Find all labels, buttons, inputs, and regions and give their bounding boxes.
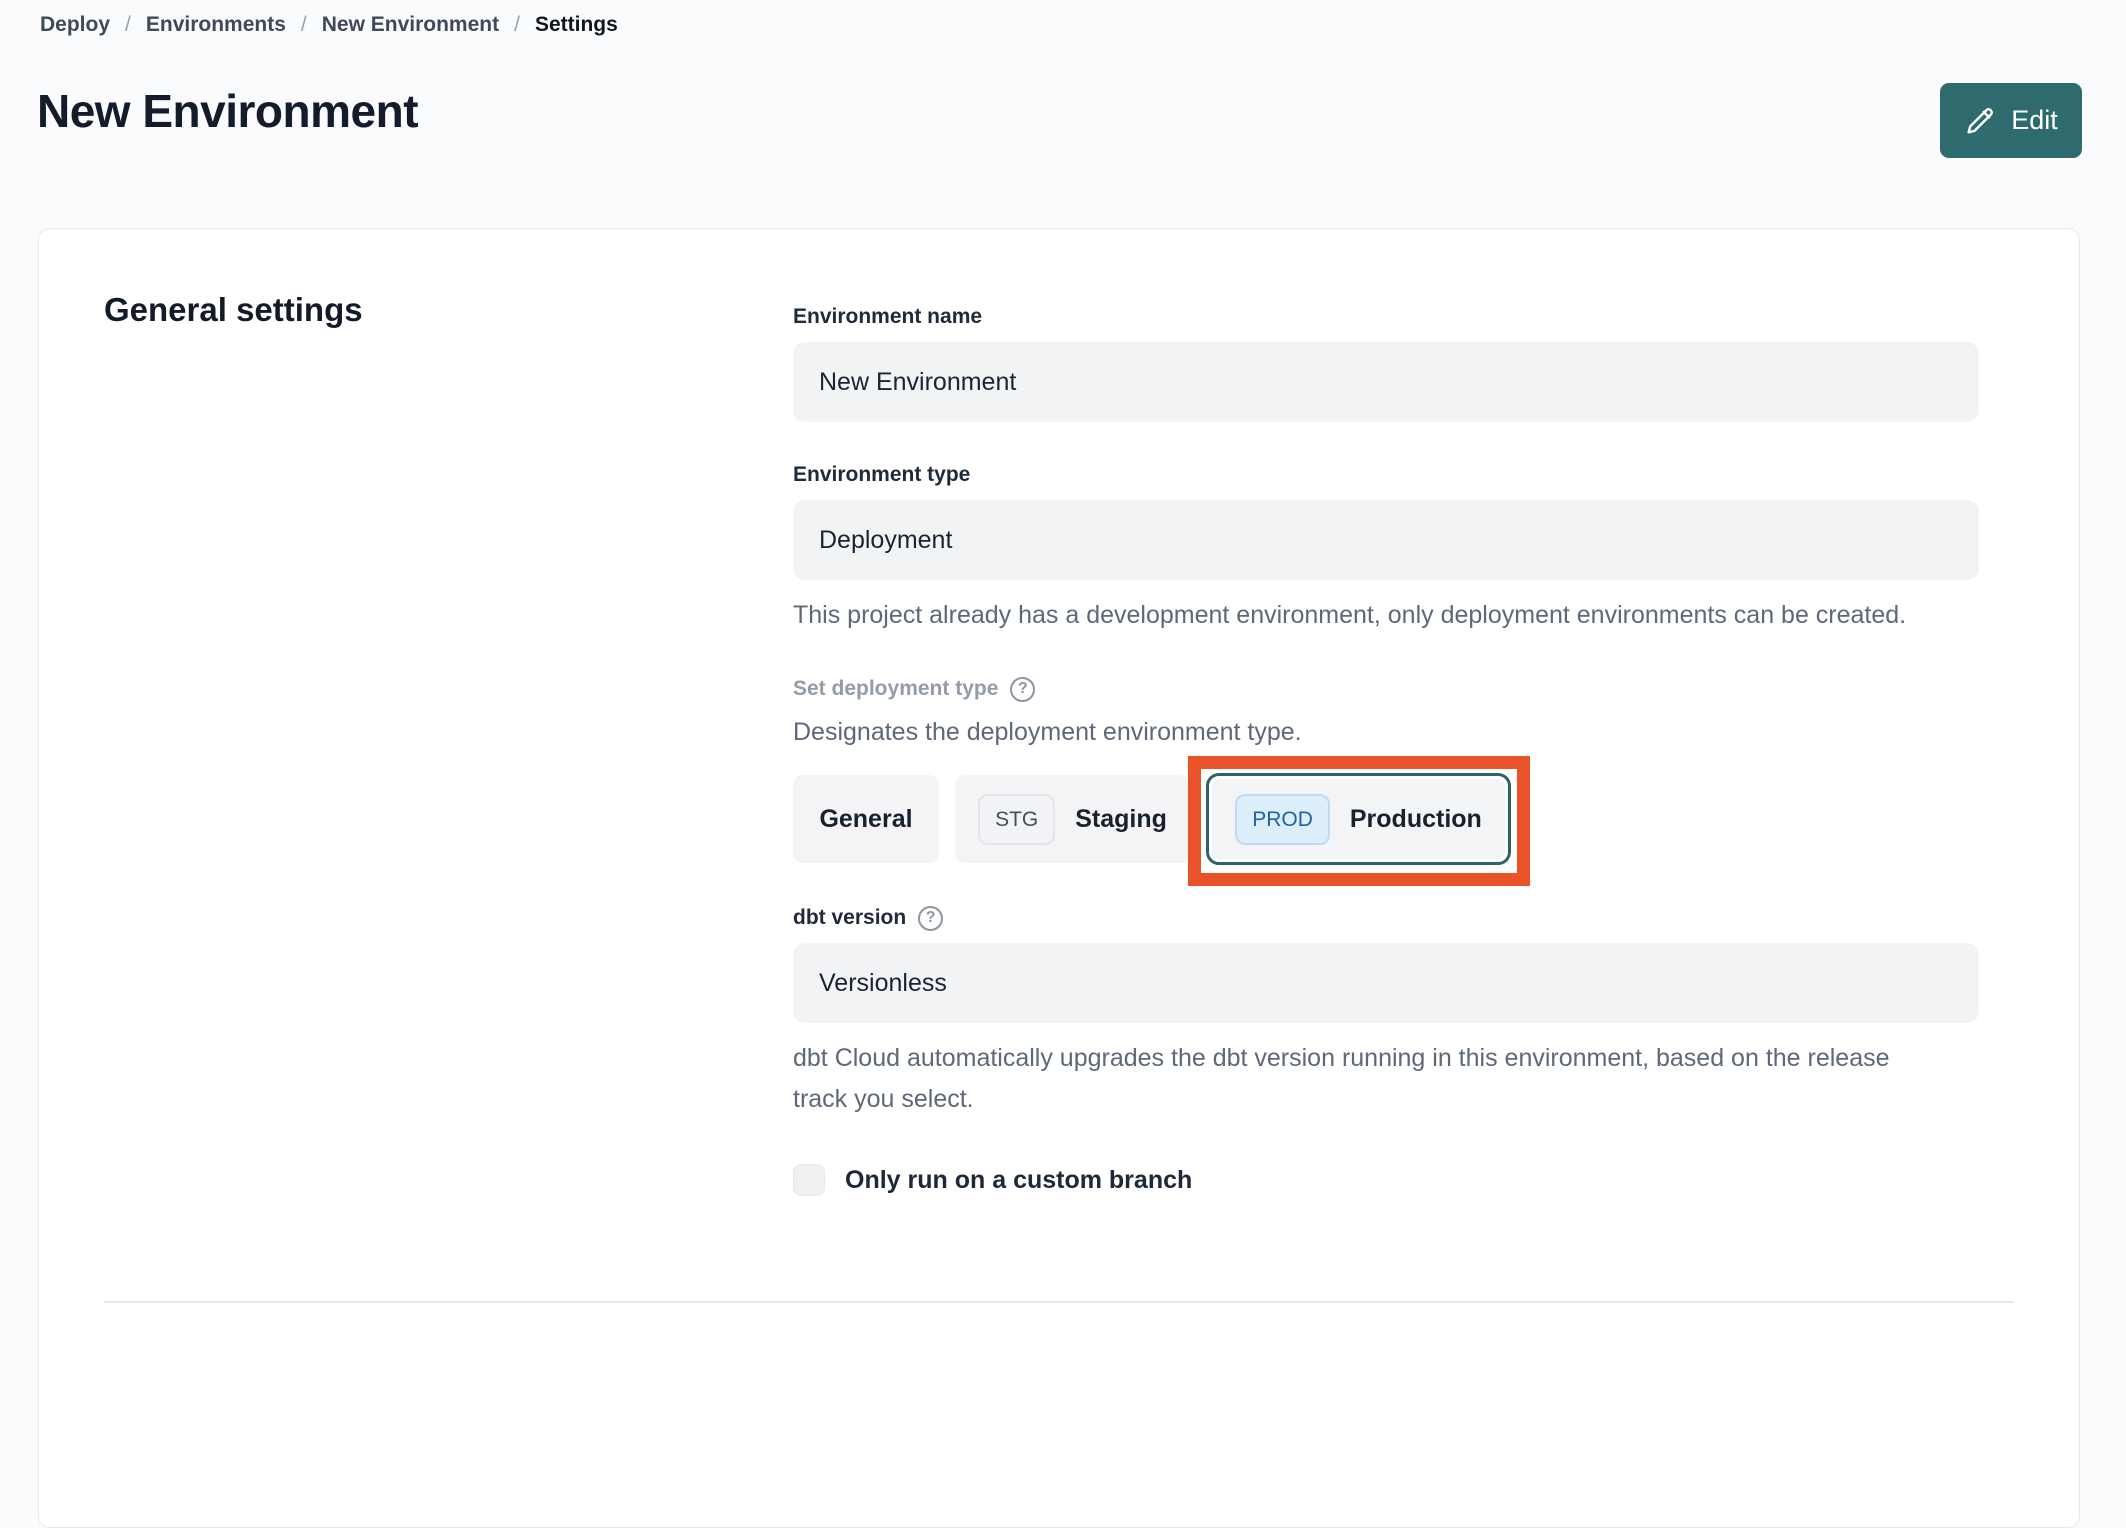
edit-button-label: Edit bbox=[2011, 105, 2058, 135]
breadcrumb-deploy[interactable]: Deploy bbox=[40, 13, 110, 37]
custom-branch-label: Only run on a custom branch bbox=[845, 1165, 1193, 1194]
environment-name-value: New Environment bbox=[819, 367, 1017, 396]
deployment-type-label-row: Set deployment type ? bbox=[793, 676, 1979, 702]
environment-type-label: Environment type bbox=[793, 463, 971, 486]
dbt-version-value: Versionless bbox=[819, 968, 947, 997]
general-settings-heading: General settings bbox=[104, 291, 363, 328]
breadcrumb-separator: / bbox=[514, 13, 520, 36]
deployment-type-label: Set deployment type bbox=[793, 677, 999, 700]
general-button-label: General bbox=[819, 804, 913, 833]
dbt-version-input[interactable]: Versionless bbox=[793, 943, 1979, 1023]
environment-type-help-text: This project already has a development e… bbox=[793, 601, 1907, 629]
section-divider bbox=[104, 1301, 2014, 1303]
breadcrumb-environments[interactable]: Environments bbox=[146, 13, 286, 37]
question-circle-icon[interactable]: ? bbox=[1010, 676, 1036, 702]
deployment-type-staging-button[interactable]: STG Staging bbox=[955, 775, 1190, 863]
deployment-type-production-button[interactable]: PROD Production bbox=[1206, 773, 1511, 865]
stg-badge: STG bbox=[978, 793, 1056, 845]
deployment-type-general-button[interactable]: General bbox=[793, 775, 939, 863]
question-circle-icon[interactable]: ? bbox=[918, 905, 944, 931]
custom-branch-row: Only run on a custom branch bbox=[793, 1164, 1979, 1196]
breadcrumb-separator: / bbox=[300, 13, 307, 36]
breadcrumb-separator: / bbox=[125, 13, 131, 36]
breadcrumb-settings: Settings bbox=[534, 13, 618, 36]
general-settings-card: General settings Environment name New En… bbox=[38, 228, 2080, 1528]
environment-type-value: Deployment bbox=[819, 525, 953, 554]
deployment-type-options: General STG Staging PROD Production bbox=[793, 756, 1979, 886]
breadcrumb-new-environment[interactable]: New Environment bbox=[322, 13, 499, 37]
environment-name-label: Environment name bbox=[793, 305, 983, 328]
page-title: New Environment bbox=[37, 85, 419, 137]
prod-badge: PROD bbox=[1235, 793, 1330, 845]
dbt-version-label-row: dbt version ? bbox=[793, 905, 1979, 931]
production-button-label: Production bbox=[1349, 804, 1482, 833]
dbt-version-label: dbt version bbox=[793, 906, 907, 929]
custom-branch-checkbox[interactable] bbox=[793, 1164, 825, 1196]
general-settings-form: Environment name New Environment Environ… bbox=[793, 304, 1979, 1196]
edit-button[interactable]: Edit bbox=[1940, 83, 2082, 158]
pencil-icon bbox=[1967, 107, 1994, 134]
environment-name-input[interactable]: New Environment bbox=[793, 342, 1979, 422]
breadcrumb: Deploy / Environments / New Environment … bbox=[40, 13, 618, 37]
deployment-type-description: Designates the deployment environment ty… bbox=[793, 718, 1302, 746]
dbt-version-help-text: dbt Cloud automatically upgrades the dbt… bbox=[793, 1044, 1890, 1113]
staging-button-label: Staging bbox=[1075, 804, 1167, 833]
environment-type-input[interactable]: Deployment bbox=[793, 500, 1979, 580]
